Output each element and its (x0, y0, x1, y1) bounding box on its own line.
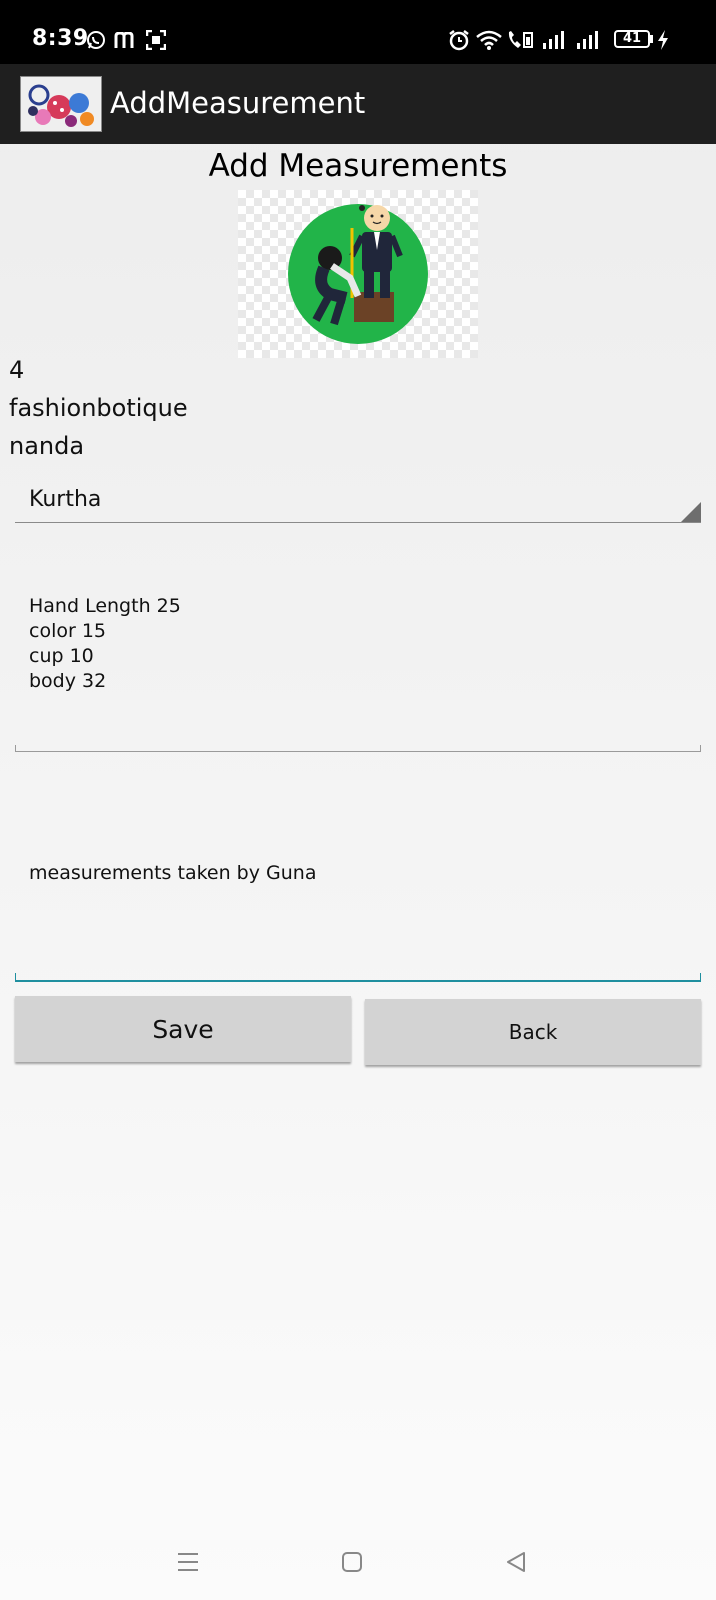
status-time: 8:39 (32, 26, 89, 51)
signal-icon (543, 31, 564, 49)
menu-icon[interactable] (176, 1550, 200, 1574)
app-bar: AddMeasurement (0, 64, 716, 144)
status-bar: 8:39 41 (0, 0, 716, 64)
measurements-text: Hand Length 25 color 15 cup 10 body 32 (29, 595, 181, 692)
home-icon[interactable] (340, 1550, 364, 1574)
page-heading: Add Measurements (208, 148, 508, 184)
boutique-logo (20, 76, 102, 132)
battery-cap (650, 35, 653, 43)
whatsapp-icon (87, 31, 105, 49)
m-app-icon (114, 32, 134, 48)
tailor-measuring-illustration (238, 190, 478, 358)
signal-icon-2 (577, 31, 598, 49)
alarm-icon (449, 30, 469, 51)
app-title: AddMeasurement (110, 86, 366, 120)
wifi-icon (476, 30, 502, 50)
system-nav-bar (0, 1528, 716, 1600)
save-button[interactable]: Save (15, 996, 351, 1062)
measurements-field[interactable]: Hand Length 25 color 15 cup 10 body 32 (15, 580, 701, 752)
notes-text: measurements taken by Guna (29, 862, 317, 884)
volte-call-icon (508, 31, 533, 48)
charging-icon (658, 30, 668, 50)
battery-icon: 41 (614, 30, 650, 48)
garment-type-dropdown[interactable]: Kurtha (15, 478, 701, 523)
notes-field[interactable]: measurements taken by Guna (15, 850, 701, 982)
record-id: 4 (9, 356, 25, 384)
back-icon[interactable] (504, 1550, 528, 1574)
shop-name: fashionbotique (9, 394, 188, 422)
back-button[interactable]: Back (365, 999, 701, 1065)
garment-type-value: Kurtha (29, 487, 102, 512)
customer-name: nanda (9, 432, 85, 460)
dropdown-arrow-icon (681, 502, 701, 522)
scan-icon (146, 30, 166, 50)
